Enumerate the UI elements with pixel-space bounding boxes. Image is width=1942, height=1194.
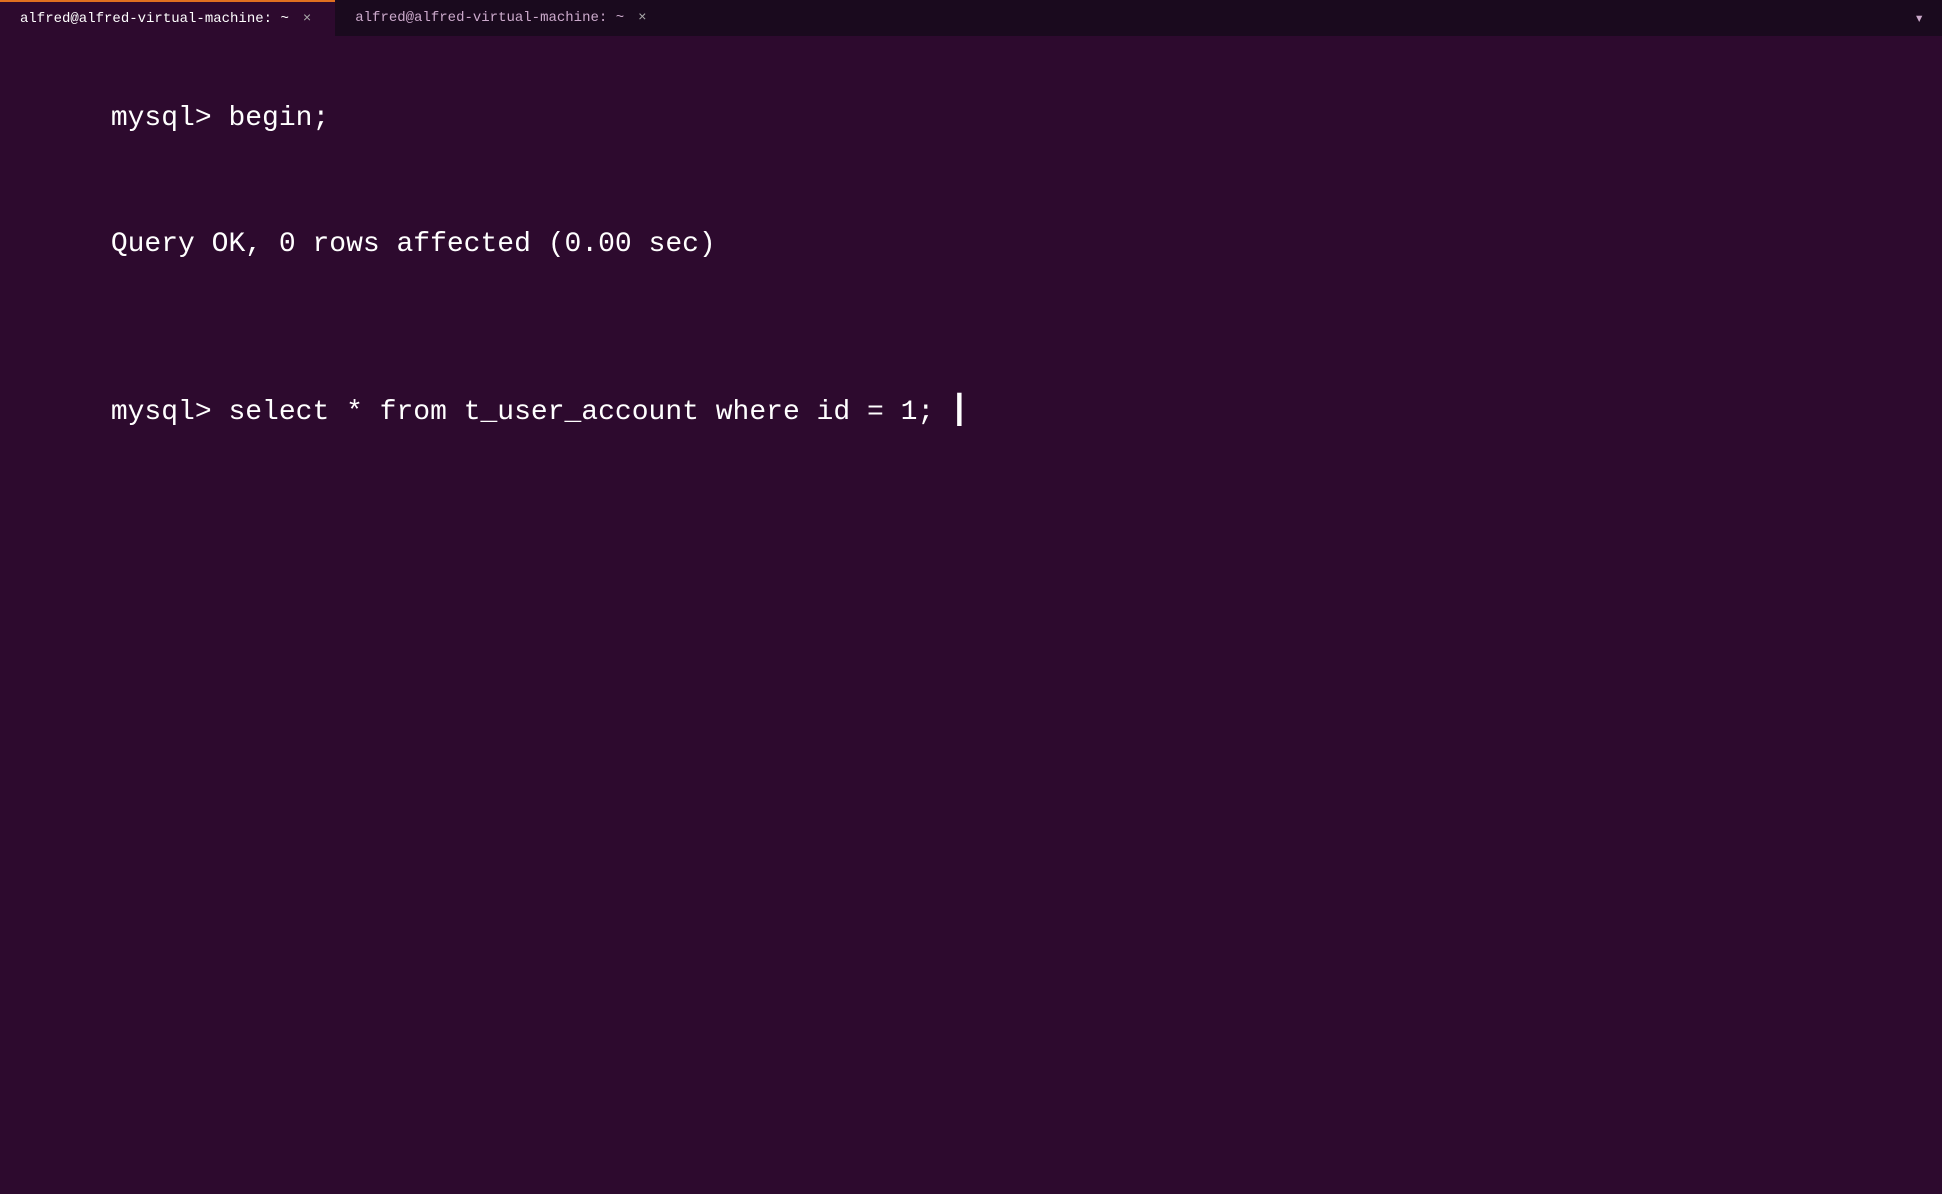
tab-dropdown-icon[interactable]: ▾	[1906, 4, 1932, 32]
cmd-1: begin;	[228, 103, 329, 134]
terminal-line-2: Query OK, 0 rows affected (0.00 sec)	[10, 182, 1932, 308]
tab-2-title: alfred@alfred-virtual-machine: ~	[355, 10, 624, 26]
tab-1[interactable]: alfred@alfred-virtual-machine: ~ ×	[0, 0, 335, 36]
terminal-body[interactable]: mysql> begin; Query OK, 0 rows affected …	[0, 36, 1942, 1194]
terminal-line-blank	[10, 308, 1932, 350]
cmd-2: select * from t_user_account where id = …	[228, 397, 934, 428]
terminal-line-1: mysql> begin;	[10, 56, 1932, 182]
tab-bar-right: ▾	[1906, 0, 1942, 36]
tab-2[interactable]: alfred@alfred-virtual-machine: ~ ×	[335, 0, 670, 36]
terminal-line-4: mysql> select * from t_user_account wher…	[10, 350, 1932, 476]
prompt-2: mysql>	[111, 397, 229, 428]
output-1: Query OK, 0 rows affected (0.00 sec)	[111, 229, 716, 260]
prompt-1: mysql>	[111, 103, 229, 134]
tab-bar: alfred@alfred-virtual-machine: ~ × alfre…	[0, 0, 1942, 36]
tab-2-close[interactable]: ×	[634, 8, 650, 28]
tab-1-title: alfred@alfred-virtual-machine: ~	[20, 11, 289, 27]
terminal-container: alfred@alfred-virtual-machine: ~ × alfre…	[0, 0, 1942, 1194]
text-cursor: ┃	[934, 397, 968, 428]
tab-1-close[interactable]: ×	[299, 9, 315, 29]
